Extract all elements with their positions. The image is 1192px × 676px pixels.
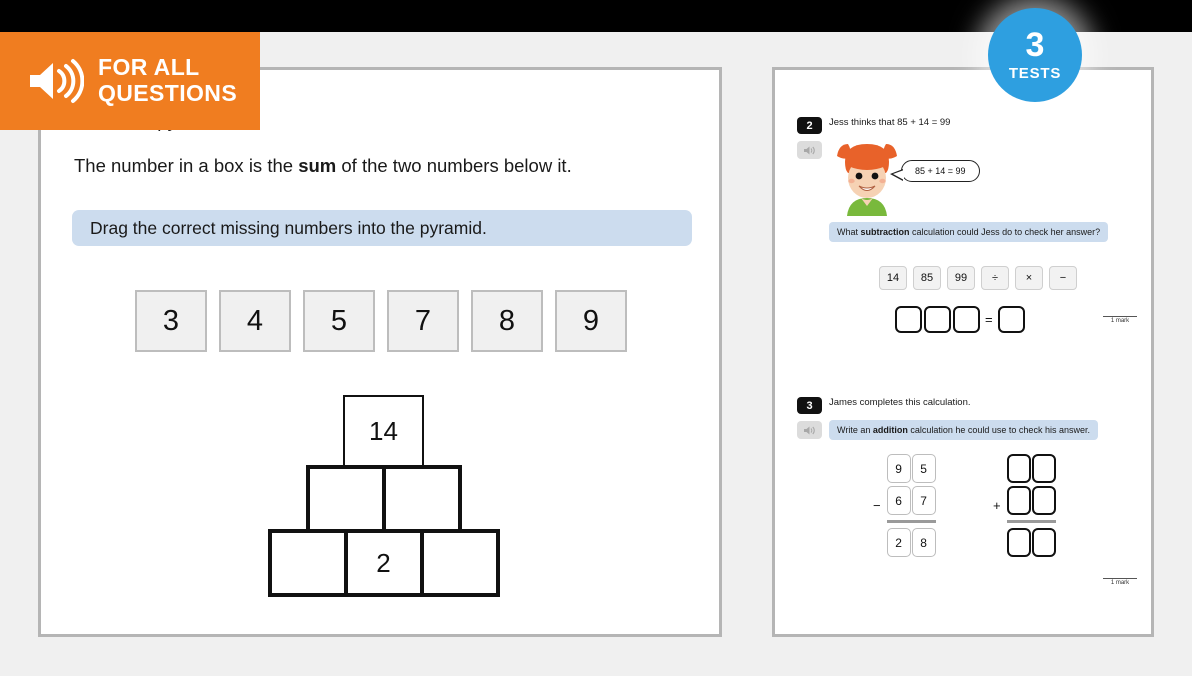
answer-calc-row-1 (1006, 454, 1056, 483)
pyramid-cell-bottom-right[interactable] (419, 529, 500, 597)
equals-sign: = (985, 312, 993, 327)
calc-divider-line (1006, 520, 1056, 523)
jess-speech-bubble: 85 + 14 = 99 (890, 160, 980, 182)
pyramid-cell-bottom-middle[interactable]: 2 (343, 529, 424, 597)
q3-prompt-prefix: Write an (837, 425, 873, 435)
answer-calculation: + (993, 454, 1056, 557)
number-tile[interactable]: 8 (471, 290, 543, 352)
question-3-mark: 1 mark (1103, 578, 1137, 586)
answer-chip[interactable]: 14 (879, 266, 907, 290)
pyramid-cell-bottom-left[interactable] (267, 529, 348, 597)
given-calculation: − 9 5 6 7 2 8 (873, 454, 936, 557)
answer-chip-minus[interactable]: − (1049, 266, 1077, 290)
number-pyramid: 14 2 (261, 395, 506, 600)
answer-digit-box[interactable] (1031, 486, 1056, 515)
given-calc-row-3: 2 8 (886, 528, 936, 557)
screenshot-root: FOR ALL QUESTIONS 3 TESTS a number pyram… (0, 0, 1192, 676)
number-tile-tray: 3 4 5 7 8 9 (135, 290, 627, 352)
number-tile[interactable]: 9 (555, 290, 627, 352)
mark-label: 1 mark (1110, 318, 1130, 324)
question-2-chip-tray: 14 85 99 ÷ × − (879, 266, 1077, 290)
answer-result-box[interactable] (997, 306, 1025, 333)
answer-drop-box[interactable] (895, 306, 922, 333)
question-3-number-badge: 3 (797, 397, 822, 414)
question-2-number-badge: 2 (797, 117, 822, 134)
digit-cell: 9 (886, 454, 911, 483)
number-tile[interactable]: 7 (387, 290, 459, 352)
answer-chip[interactable]: 99 (947, 266, 975, 290)
q2-prompt-bold: subtraction (860, 227, 910, 237)
pyramid-cell-middle-right[interactable] (381, 465, 462, 533)
number-tile[interactable]: 3 (135, 290, 207, 352)
digit-cell: 5 (911, 454, 936, 483)
question-2-answer-row: = (895, 306, 1025, 333)
drag-instruction-text: Drag the correct missing numbers into th… (90, 217, 487, 238)
answer-drop-box[interactable] (924, 306, 951, 333)
question-2-mark: 1 mark (1103, 316, 1137, 324)
left-question-panel: a number pyramid. The number in a box is… (38, 67, 722, 637)
given-calc-row-1: 9 5 (886, 454, 936, 483)
question-3-speaker-button[interactable] (797, 421, 822, 439)
digit-cell: 6 (886, 486, 911, 515)
pyramid-row-middle (261, 465, 506, 533)
pyramid-row-top: 14 (261, 395, 506, 467)
mark-rule (1103, 578, 1137, 579)
question-3-prompt: Write an addition calculation he could u… (829, 420, 1098, 440)
rule-suffix: of the two numbers below it. (336, 155, 572, 176)
pyramid-row-bottom: 2 (261, 529, 506, 597)
banner-line-1: FOR ALL (98, 54, 200, 81)
digit-cell: 8 (911, 528, 936, 557)
q2-prompt-prefix: What (837, 227, 861, 237)
answer-digit-box[interactable] (1006, 528, 1031, 557)
answer-digit-box[interactable] (1006, 454, 1031, 483)
question-2-stem: Jess thinks that 85 + 14 = 99 (829, 117, 951, 128)
answer-chip-multiply[interactable]: × (1015, 266, 1043, 290)
answer-digit-box[interactable] (1031, 454, 1056, 483)
number-tile[interactable]: 4 (219, 290, 291, 352)
calc-divider-line (886, 520, 936, 523)
tests-badge-label: TESTS (1008, 65, 1062, 82)
speaker-icon (804, 426, 815, 434)
banner-label: FOR ALL QUESTIONS (98, 54, 238, 107)
given-calc-stack: 9 5 6 7 2 8 (886, 454, 936, 557)
mark-rule (1103, 316, 1137, 317)
question-2-prompt: What subtraction calculation could Jess … (829, 222, 1109, 242)
banner-line-2: QUESTIONS (98, 80, 238, 106)
rule-bold-sum: sum (298, 155, 337, 176)
q3-prompt-bold: addition (872, 425, 908, 435)
answer-calc-row-2 (1006, 486, 1056, 515)
speaker-icon (26, 58, 85, 104)
mark-label: 1 mark (1110, 580, 1130, 586)
answer-digit-box[interactable] (1031, 528, 1056, 557)
answer-digit-box[interactable] (1006, 486, 1031, 515)
answer-calc-stack (1006, 454, 1056, 557)
tests-badge-count: 3 (1025, 26, 1045, 64)
pyramid-rule-line: The number in a box is the sum of the tw… (74, 155, 572, 177)
number-tile[interactable]: 5 (303, 290, 375, 352)
speaker-icon (804, 146, 815, 154)
question-3-stem: James completes this calculation. (829, 397, 971, 408)
answer-drop-box[interactable] (953, 306, 980, 333)
answer-operator-plus: + (993, 498, 1001, 513)
pyramid-cell-middle-left[interactable] (305, 465, 386, 533)
answer-chip-divide[interactable]: ÷ (981, 266, 1009, 290)
q3-prompt-suffix: calculation he could use to check his an… (907, 425, 1090, 435)
answer-chip[interactable]: 85 (913, 266, 941, 290)
drag-instruction-bar: Drag the correct missing numbers into th… (72, 210, 692, 246)
digit-cell: 2 (886, 528, 911, 557)
given-operator-minus: − (873, 498, 881, 513)
q2-prompt-suffix: calculation could Jess do to check her a… (909, 227, 1101, 237)
answer-calc-row-3 (1006, 528, 1056, 557)
rule-prefix: The number in a box is the (74, 155, 299, 176)
for-all-questions-banner[interactable]: FOR ALL QUESTIONS (0, 32, 260, 130)
given-calc-row-2: 6 7 (886, 486, 936, 515)
pyramid-cell-top[interactable]: 14 (343, 395, 424, 467)
right-questions-panel: 2 Jess thinks that 85 + 14 = 99 85 + 14 … (772, 67, 1154, 637)
question-2-speaker-button[interactable] (797, 141, 822, 159)
digit-cell: 7 (911, 486, 936, 515)
tests-badge: 3 TESTS (988, 8, 1082, 102)
